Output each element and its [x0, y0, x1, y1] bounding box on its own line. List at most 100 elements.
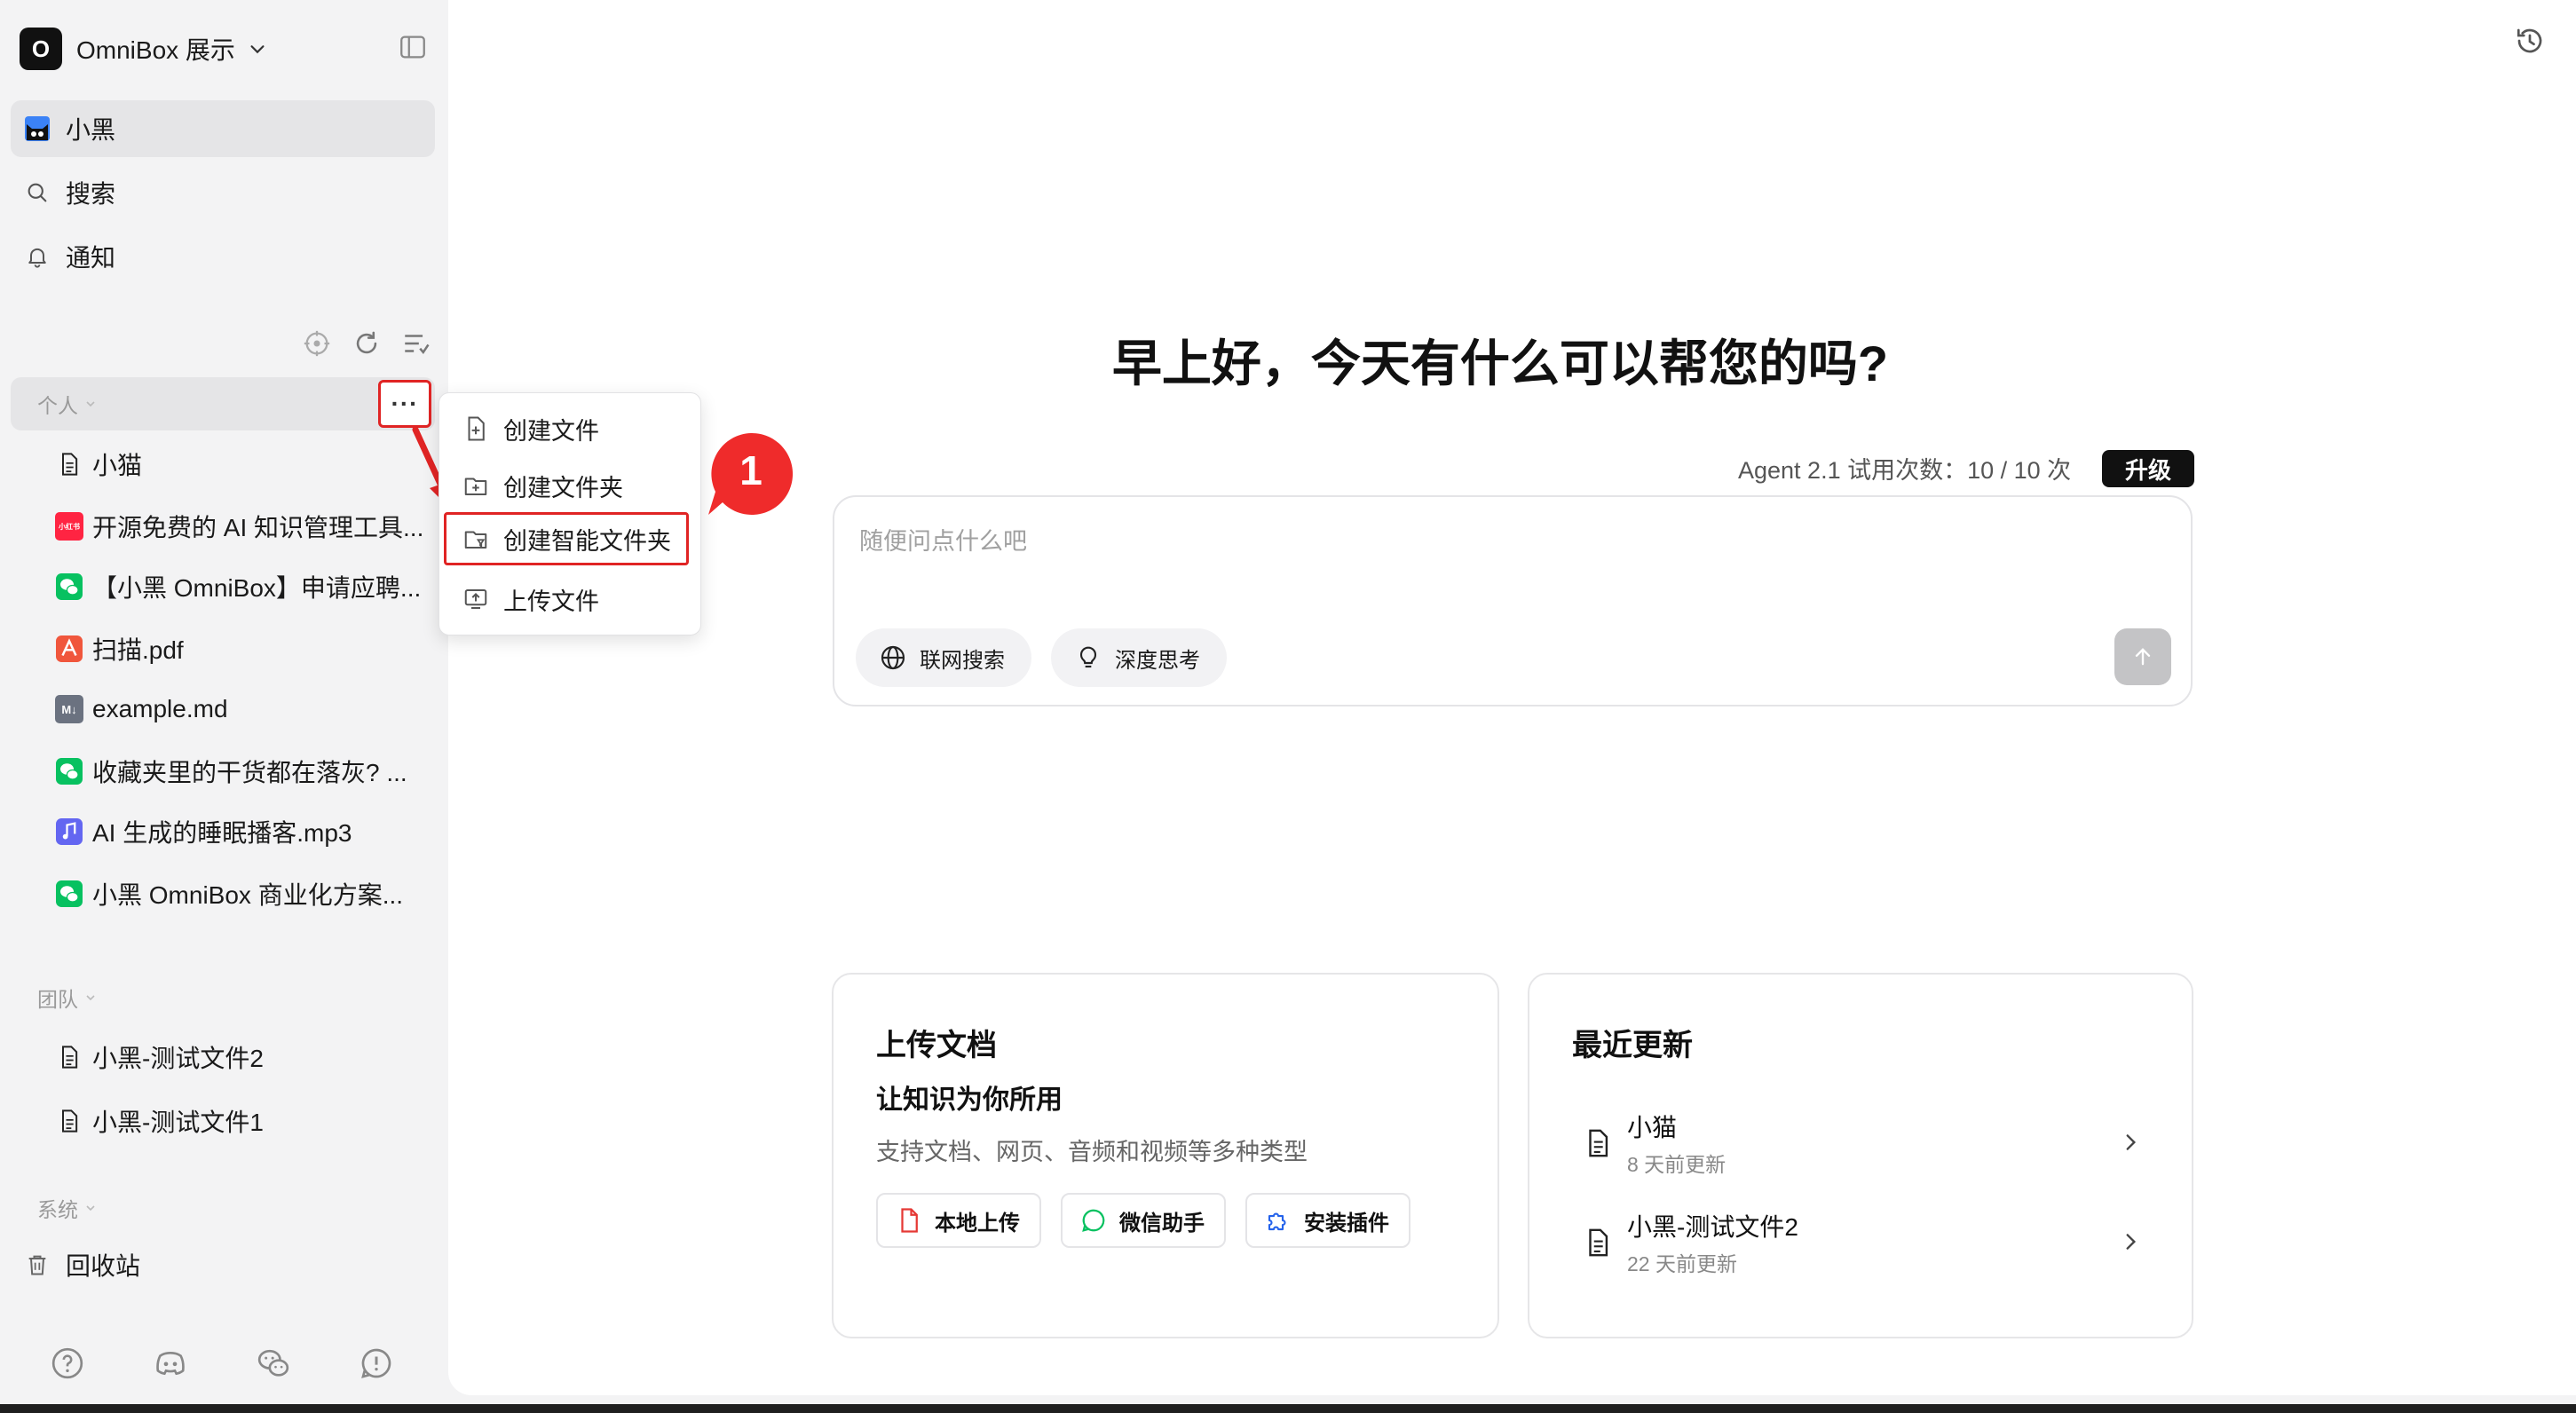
doc-icon [55, 1043, 83, 1071]
menu-create-folder-label: 创建文件夹 [503, 474, 623, 501]
personal-file-item[interactable]: 小红书 开源免费的 AI 知识管理工具... [55, 501, 437, 551]
menu-create-smart-folder[interactable]: 创建智能文件夹 [444, 512, 689, 565]
file-icon [901, 1208, 918, 1233]
sidebar-toggle-icon[interactable] [398, 32, 428, 62]
smart-folder-icon [464, 531, 487, 549]
upload-card-desc: 支持文档、网页、音频和视频等多种类型 [876, 1139, 1308, 1165]
section-team-label: 团队 [37, 988, 78, 1011]
upload-card-title: 上传文档 [876, 1029, 997, 1062]
app-window: O OmniBox 展示 小黑 搜索 通知 个人 ··· 小猫 小红书 开源免费… [0, 0, 2576, 1404]
wechat-assistant-button[interactable]: 微信助手 [1061, 1193, 1226, 1248]
menu-upload-file-label: 上传文件 [503, 588, 599, 615]
personal-file-item[interactable]: 【小黑 OmniBox】申请应聘... [55, 562, 437, 612]
nav-notifications[interactable]: 通知 [11, 228, 435, 285]
create-menu: 创建文件 创建文件夹 创建智能文件夹 上传文件 [439, 392, 701, 635]
personal-file-item[interactable]: M↓ example.md [55, 684, 437, 734]
deep-think-toggle[interactable]: 深度思考 [1051, 628, 1227, 687]
recent-item[interactable]: 小猫 8 天前更新 [1583, 1108, 2151, 1179]
chevron-down-icon [86, 995, 95, 1001]
menu-create-file-label: 创建文件 [503, 417, 599, 445]
section-personal-label: 个人 [37, 394, 78, 417]
web-search-toggle[interactable]: 联网搜索 [856, 628, 1031, 687]
chevron-down-icon [86, 401, 95, 407]
recent-item-name: 小黑-测试文件2 [1627, 1213, 1798, 1241]
xiaohongshu-icon: 小红书 [55, 512, 83, 541]
upgrade-button[interactable]: 升级 [2102, 450, 2194, 487]
agent-quota: Agent 2.1 试用次数：10 / 10 次 [1738, 457, 2072, 484]
locate-icon[interactable] [302, 328, 332, 359]
audio-icon [55, 817, 83, 846]
file-plus-icon [468, 416, 485, 441]
local-upload-button[interactable]: 本地上传 [876, 1193, 1041, 1248]
refresh-icon[interactable] [352, 328, 382, 359]
upload-icon [464, 589, 487, 609]
local-upload-label: 本地上传 [935, 1211, 1020, 1235]
doc-icon [1589, 1228, 1608, 1257]
personal-file-name: 扫描.pdf [92, 636, 184, 664]
search-icon [23, 178, 51, 207]
personal-file-name: 小猫 [92, 452, 143, 479]
nav-user[interactable]: 小黑 [11, 100, 435, 157]
section-system-label: 系统 [37, 1198, 78, 1221]
chevron-down-icon [86, 1205, 95, 1212]
install-plugin-button[interactable]: 安装插件 [1245, 1193, 1410, 1248]
nav-trash-label: 回收站 [66, 1252, 141, 1280]
menu-create-file[interactable]: 创建文件 [450, 402, 690, 455]
feedback-icon[interactable] [359, 1346, 394, 1381]
tree-toolbar [302, 328, 431, 359]
chevron-right-icon [2126, 1134, 2137, 1150]
section-team[interactable]: 团队 [11, 971, 435, 1024]
section-system[interactable]: 系统 [11, 1181, 435, 1235]
personal-file-name: example.md [92, 695, 228, 722]
doc-icon [55, 450, 83, 478]
nav-trash[interactable]: 回收站 [11, 1236, 435, 1293]
help-icon[interactable] [50, 1346, 85, 1381]
cat-avatar-icon [23, 114, 51, 143]
send-button[interactable] [2114, 628, 2171, 685]
personal-file-item[interactable]: AI 生成的睡眠播客.mp3 [55, 807, 437, 856]
upload-card-subtitle: 让知识为你所用 [876, 1085, 1063, 1115]
team-file-name: 小黑-测试文件1 [92, 1109, 264, 1136]
recent-item-time: 8 天前更新 [1627, 1153, 1727, 1176]
personal-file-name: AI 生成的睡眠播客.mp3 [92, 819, 352, 847]
nav-search-label: 搜索 [66, 180, 116, 208]
doc-icon [55, 1107, 83, 1135]
chevron-down-icon [250, 45, 265, 54]
upload-card: 上传文档 让知识为你所用 支持文档、网页、音频和视频等多种类型 本地上传 微信助… [832, 973, 1499, 1338]
recent-item-name: 小猫 [1627, 1114, 1678, 1141]
personal-file-name: 开源免费的 AI 知识管理工具... [92, 514, 424, 541]
wechat-assistant-label: 微信助手 [1119, 1211, 1205, 1235]
personal-file-item[interactable]: 扫描.pdf [55, 624, 437, 674]
sort-list-icon[interactable] [401, 328, 431, 359]
personal-file-item[interactable]: 小黑 OmniBox 商业化方案... [55, 869, 437, 919]
wechat-icon[interactable] [256, 1346, 291, 1381]
personal-file-item[interactable]: 小猫 [55, 439, 437, 489]
menu-upload-file[interactable]: 上传文件 [450, 572, 690, 626]
recent-item[interactable]: 小黑-测试文件2 22 天前更新 [1583, 1207, 2151, 1278]
chat-input[interactable]: 随便问点什么吧 [859, 522, 1027, 557]
web-search-label: 联网搜索 [920, 648, 1005, 673]
trash-icon [23, 1251, 51, 1279]
workspace-avatar: O [20, 28, 62, 70]
personal-file-item[interactable]: 收藏夹里的干货都在落灰? ... [55, 746, 437, 796]
team-file-item[interactable]: 小黑-测试文件2 [55, 1032, 437, 1082]
install-plugin-label: 安装插件 [1304, 1211, 1389, 1235]
wechat-icon [55, 880, 83, 908]
section-personal[interactable]: 个人 [11, 377, 435, 430]
deep-think-label: 深度思考 [1115, 648, 1200, 673]
chat-box[interactable]: 随便问点什么吧 联网搜索 深度思考 [833, 495, 2193, 706]
history-icon[interactable] [2514, 25, 2546, 57]
menu-create-folder[interactable]: 创建文件夹 [450, 459, 690, 512]
personal-file-name: 【小黑 OmniBox】申请应聘... [92, 574, 422, 602]
nav-notifications-label: 通知 [66, 244, 116, 272]
more-options-button[interactable]: ··· [378, 380, 431, 428]
workspace-switcher[interactable]: O OmniBox 展示 [20, 27, 267, 71]
globe-icon [881, 645, 905, 670]
team-file-item[interactable]: 小黑-测试文件1 [55, 1096, 437, 1146]
chat-bubble-icon [1082, 1209, 1105, 1232]
recent-card-title: 最近更新 [1572, 1029, 1693, 1062]
puzzle-icon [1268, 1212, 1286, 1231]
discord-icon[interactable] [153, 1346, 188, 1381]
nav-search[interactable]: 搜索 [11, 164, 435, 221]
team-file-name: 小黑-测试文件2 [92, 1045, 264, 1072]
